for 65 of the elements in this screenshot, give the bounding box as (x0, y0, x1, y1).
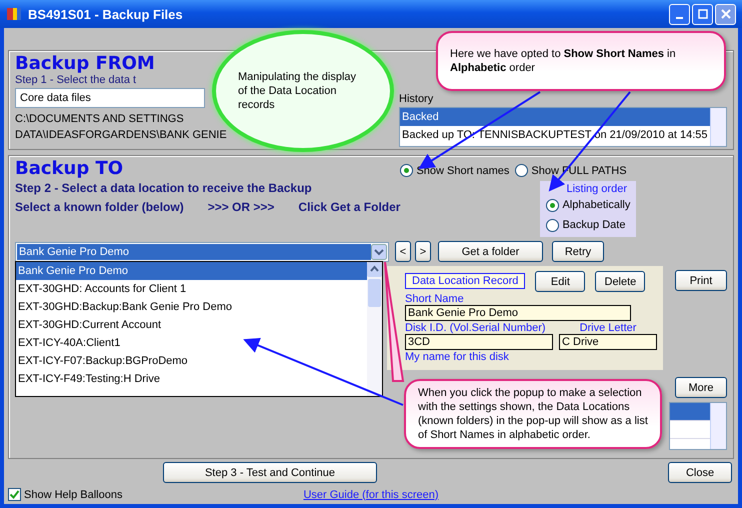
window-title: BS491S01 - Backup Files (28, 6, 183, 22)
radio-button[interactable] (400, 164, 414, 177)
callout-text: Here we have opted to Show Short Names in Alphabetic order (450, 47, 677, 75)
dropdown-option[interactable]: Bank Genie Pro Demo (16, 262, 367, 280)
record-button[interactable]: Delete (595, 271, 646, 292)
drive-letter-field[interactable]: C Drive (559, 334, 657, 350)
instruction-text: Select a known folder (below) (15, 199, 184, 216)
step-text: Step 1 - Select the data t (15, 74, 136, 86)
dropdown-option[interactable]: EXT-ICY-40A:Client1 (16, 334, 367, 352)
section-heading: Backup FROM (15, 53, 155, 74)
continue-button[interactable]: Step 3 - Test and Continue (163, 462, 377, 483)
callout-text: Manipulating the display of the Data Location records (238, 70, 358, 112)
folder-dropdown[interactable]: Bank Genie Pro Demo (15, 242, 389, 262)
maximize-button[interactable] (692, 4, 713, 24)
source-field[interactable]: Core data files (15, 88, 205, 108)
checkbox[interactable] (8, 488, 21, 501)
maximize-icon (698, 9, 708, 19)
path-text: C:\DOCUMENTS AND SETTINGS (15, 112, 184, 127)
field-label: Short Name (405, 293, 464, 305)
dropdown-option[interactable]: EXT-30GHD:Current Account (16, 316, 367, 334)
dropdown-option[interactable]: EXT-30GHD: Accounts for Client 1 (16, 280, 367, 298)
side-button[interactable]: Print (675, 270, 727, 291)
app-icon (6, 6, 22, 22)
scroll-thumb[interactable] (368, 279, 381, 307)
nav-button[interactable]: > (415, 241, 431, 262)
history-row[interactable]: Backed (400, 108, 710, 126)
radio-button[interactable] (546, 198, 560, 212)
close-dialog-button[interactable]: Close (668, 462, 732, 483)
field-label: Disk I.D. (Vol.Serial Number) (405, 322, 546, 334)
minimize-button[interactable] (669, 4, 690, 24)
close-button[interactable] (715, 4, 736, 24)
step-text: Step 2 - Select a data location to receive the Backup (15, 180, 312, 197)
callout-text: When you click the popup to make a selection with the settings shown, the Data Locations (known folders) in the pop-up will show as a list of Short Names in alphabetic order. (418, 386, 648, 442)
record-title: Data Location Record (405, 272, 526, 288)
field-label: My name for this disk (405, 351, 509, 363)
dropdown-option[interactable]: EXT-30GHD:Backup:Bank Genie Pro Demo (16, 298, 367, 316)
radio-label: Alphabetically (562, 199, 630, 211)
dropdown-option[interactable]: EXT-ICY-F07:Backup:BGProDemo (16, 352, 367, 370)
scroll-up-icon[interactable] (367, 262, 382, 277)
history-label: History (399, 93, 434, 105)
radio-button[interactable] (546, 218, 560, 232)
radio-button[interactable] (515, 164, 528, 177)
field-label: Drive Letter (580, 322, 636, 334)
dropdown-option[interactable]: EXT-ICY-F49:Testing:H Drive (16, 370, 367, 388)
record-button[interactable]: Edit (535, 271, 586, 292)
scrollbar[interactable] (710, 108, 726, 146)
instruction-text: Click Get a Folder (298, 199, 400, 216)
list-row[interactable] (670, 403, 710, 421)
nav-button[interactable]: Get a folder (438, 241, 543, 262)
user-guide-link[interactable]: User Guide (for this screen) (303, 488, 439, 500)
radio-label: Backup Date (562, 219, 626, 231)
short-name-field[interactable]: Bank Genie Pro Demo (405, 305, 631, 321)
side-button[interactable]: More (675, 377, 727, 398)
section-heading: Backup TO (15, 158, 124, 179)
nav-button[interactable]: Retry (552, 241, 604, 262)
close-icon (720, 9, 730, 19)
group-label: Listing order (565, 183, 628, 195)
scrollbar[interactable] (367, 262, 382, 396)
nav-button[interactable]: < (395, 241, 411, 262)
checkbox-label: Show Help Balloons (24, 488, 122, 500)
path-text: DATA\IDEASFORGARDENS\BANK GENIE (15, 128, 227, 143)
disk-id-field[interactable]: 3CD (405, 334, 553, 350)
instruction-text: >>> OR >>> (208, 199, 274, 216)
scrollbar[interactable] (710, 403, 726, 449)
minimize-icon (676, 17, 683, 19)
